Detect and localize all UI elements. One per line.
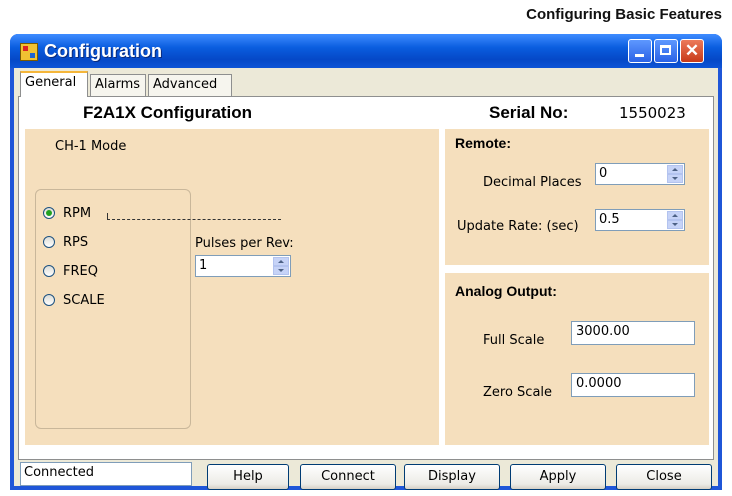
radio-unchecked-icon: [43, 294, 55, 306]
connect-button[interactable]: Connect: [300, 464, 396, 490]
close-window-button[interactable]: ✕: [680, 39, 704, 63]
tab-advanced[interactable]: Advanced: [148, 74, 232, 96]
config-title: F2A1X Configuration: [83, 103, 253, 122]
full-scale-label: Full Scale: [483, 333, 545, 348]
title-bar[interactable]: Configuration ✕: [10, 34, 722, 68]
focus-rectangle: [107, 219, 281, 220]
minimize-icon: [635, 54, 644, 57]
remote-title: Remote:: [455, 135, 512, 151]
pulses-per-rev-spinner[interactable]: 1: [195, 255, 291, 277]
spin-down-icon[interactable]: [273, 266, 289, 275]
radio-checked-icon: [43, 207, 55, 219]
pulses-per-rev-label: Pulses per Rev:: [195, 236, 294, 251]
mode-group-box: [35, 189, 191, 429]
radio-scale[interactable]: SCALE: [43, 291, 105, 309]
window-client: General Alarms Advanced F2A1X Configurat…: [14, 68, 718, 490]
radio-rpm-label: RPM: [63, 205, 92, 221]
minimize-button[interactable]: [628, 39, 652, 63]
radio-rps[interactable]: RPS: [43, 233, 88, 251]
update-rate-label: Update Rate: (sec): [457, 219, 579, 234]
close-button[interactable]: Close: [616, 464, 712, 490]
spin-up-icon[interactable]: [667, 211, 683, 220]
serial-label: Serial No:: [489, 103, 569, 122]
radio-scale-label: SCALE: [63, 292, 105, 308]
ch1-mode-label: CH-1 Mode: [55, 139, 127, 154]
serial-value: 1550023: [619, 104, 686, 122]
update-rate-value: 0.5: [599, 212, 620, 227]
radio-rpm[interactable]: RPM: [43, 204, 91, 222]
remote-panel: Remote: Decimal Places 0 Update Rate: (s…: [445, 129, 709, 265]
decimal-places-label: Decimal Places: [483, 175, 582, 190]
analog-output-panel: Analog Output: Full Scale 3000.00 Zero S…: [445, 273, 709, 445]
connection-status: Connected: [20, 462, 192, 486]
maximize-icon: [660, 45, 671, 55]
ch1-mode-panel: CH-1 Mode RPM RPS FREQ SCALE Pulses per …: [25, 129, 439, 445]
spin-down-icon[interactable]: [667, 174, 683, 183]
zero-scale-field[interactable]: 0.0000: [571, 373, 695, 397]
spin-up-icon[interactable]: [273, 257, 289, 266]
radio-rps-label: RPS: [63, 234, 89, 250]
maximize-button[interactable]: [654, 39, 678, 63]
spin-down-icon[interactable]: [667, 220, 683, 229]
configuration-window: Configuration ✕ General Alarms Advanced …: [10, 34, 722, 490]
page-heading: Configuring Basic Features: [526, 6, 722, 23]
radio-unchecked-icon: [43, 265, 55, 277]
decimal-places-value: 0: [599, 166, 608, 181]
window-title: Configuration: [44, 41, 162, 61]
apply-button[interactable]: Apply: [510, 464, 606, 490]
analog-output-title: Analog Output:: [455, 283, 557, 299]
tab-general[interactable]: General: [20, 71, 88, 97]
general-tab-page: F2A1X Configuration Serial No: 1550023 C…: [18, 96, 714, 460]
focus-bracket: [107, 213, 108, 220]
close-icon: ✕: [684, 41, 700, 60]
app-icon: [20, 43, 38, 61]
full-scale-field[interactable]: 3000.00: [571, 321, 695, 345]
tab-alarms[interactable]: Alarms: [90, 74, 146, 96]
radio-unchecked-icon: [43, 236, 55, 248]
pulses-per-rev-value: 1: [199, 258, 208, 273]
help-button[interactable]: Help: [207, 464, 289, 490]
radio-freq[interactable]: FREQ: [43, 262, 98, 280]
radio-freq-label: FREQ: [63, 263, 98, 279]
zero-scale-label: Zero Scale: [483, 385, 553, 400]
update-rate-spinner[interactable]: 0.5: [595, 209, 685, 231]
spin-up-icon[interactable]: [667, 165, 683, 174]
decimal-places-spinner[interactable]: 0: [595, 163, 685, 185]
display-button[interactable]: Display: [404, 464, 500, 490]
